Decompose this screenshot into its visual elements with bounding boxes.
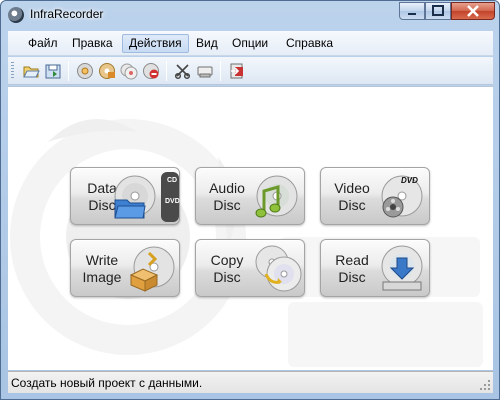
menu-options[interactable]: Опции	[226, 34, 274, 53]
erase-disc-button[interactable]	[142, 62, 160, 80]
copy-disc-label: Copy Disc	[210, 252, 244, 285]
close-button[interactable]	[451, 2, 495, 20]
burn-image-icon	[77, 63, 93, 79]
burn-compilation-icon	[99, 63, 115, 79]
write-image-button[interactable]: Write Image	[70, 239, 180, 297]
tracks-button[interactable]	[174, 62, 192, 80]
erase-disc-icon	[143, 63, 159, 79]
toolbar-separator	[166, 61, 167, 81]
close-icon	[467, 5, 479, 17]
save-project-button[interactable]	[44, 62, 62, 80]
audio-disc-button[interactable]: Audio Disc	[195, 167, 305, 225]
status-bar: Создать новый проект с данными.	[8, 371, 493, 393]
menu-help[interactable]: Справка	[280, 34, 339, 53]
maximize-button[interactable]	[425, 2, 451, 20]
toolbar-grip[interactable]	[11, 62, 14, 80]
maximize-icon	[432, 5, 444, 16]
open-project-button[interactable]	[22, 62, 40, 80]
copy-disc-icon	[255, 245, 302, 292]
toolbar-separator	[68, 61, 69, 81]
cd-tab-label: CD	[166, 177, 178, 184]
dvd-badge: DVD	[401, 176, 418, 185]
toolbar	[8, 57, 493, 85]
exit-icon	[230, 63, 243, 79]
burn-image-button[interactable]	[76, 62, 94, 80]
copy-disc-icon	[120, 63, 138, 80]
read-disc-label: Read Disc	[335, 252, 369, 285]
app-window: InfraRecorder Файл Правка Действия Вид О…	[0, 0, 500, 400]
infrarecorder-watermark-logo	[10, 119, 483, 367]
minimize-icon	[408, 13, 416, 15]
main-panel: Data Disc CD DVD Audio Disc Video Disc D…	[8, 86, 493, 370]
status-text: Создать новый проект с данными.	[11, 376, 203, 390]
write-image-icon	[129, 246, 175, 292]
burn-compilation-button[interactable]	[98, 62, 116, 80]
menu-actions[interactable]: Действия	[122, 34, 189, 53]
audio-disc-icon	[255, 175, 298, 218]
menu-file[interactable]: Файл	[22, 34, 64, 53]
minimize-button[interactable]	[399, 2, 425, 20]
dvd-tab-label: DVD	[165, 198, 180, 205]
menu-view[interactable]: Вид	[190, 34, 224, 53]
read-disc-icon	[381, 245, 423, 291]
video-disc-label: Video Disc	[334, 180, 370, 213]
tracks-icon	[174, 64, 191, 80]
read-disc-button[interactable]: Read Disc	[320, 239, 430, 297]
menu-edit[interactable]: Правка	[66, 34, 119, 53]
resize-grip-icon[interactable]	[479, 379, 491, 391]
copy-disc-button[interactable]	[120, 62, 138, 80]
app-logo-icon[interactable]	[8, 7, 24, 23]
open-folder-icon	[23, 66, 40, 78]
audio-disc-label: Audio Disc	[209, 180, 245, 213]
copy-disc-button[interactable]: Copy Disc	[195, 239, 305, 297]
window-title: InfraRecorder	[30, 7, 104, 21]
disc-info-button[interactable]	[196, 62, 214, 80]
toolbar-separator	[220, 61, 221, 81]
data-disc-button[interactable]: Data Disc CD DVD	[70, 167, 180, 225]
write-image-label: Write Image	[82, 252, 122, 285]
video-disc-button[interactable]: Video Disc DVD	[320, 167, 430, 225]
disc-info-icon	[197, 66, 213, 78]
exit-button[interactable]	[228, 62, 246, 80]
save-icon	[45, 64, 61, 79]
title-bar[interactable]: InfraRecorder	[1, 1, 499, 29]
menu-bar: Файл Правка Действия Вид Опции Справка	[8, 31, 493, 56]
